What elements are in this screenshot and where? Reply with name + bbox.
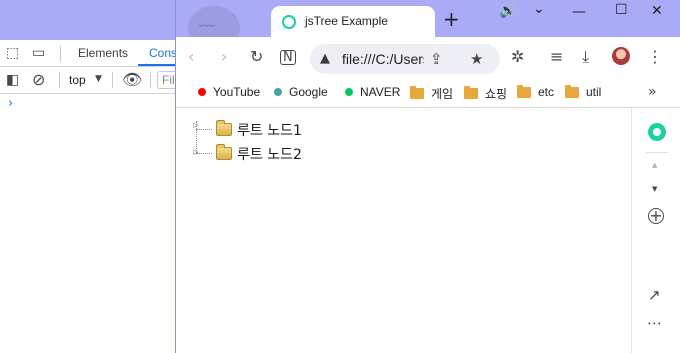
console-prompt[interactable]: › (8, 96, 13, 111)
browser-toolbar: ‹ › ↻ N ▲ file:///C:/Users ⇪ ★ ✲ ≡ ⤓ ⋮ (176, 37, 680, 78)
bookmark-label: util (586, 85, 602, 99)
bookmark-label: 쇼핑 (485, 87, 508, 101)
menu-kebab-icon[interactable]: ⋮ (647, 49, 663, 65)
inspect-element-icon[interactable]: ⬚ (6, 46, 19, 60)
tree-node-label[interactable]: 루트 노드2 (237, 144, 302, 164)
folder-icon (216, 120, 232, 136)
google-icon (274, 88, 282, 96)
bookmark-label: YouTube (213, 85, 261, 99)
forward-icon[interactable]: › (221, 49, 227, 65)
address-bar[interactable]: ▲ file:///C:/Users ⇪ ★ (310, 44, 500, 74)
bookmark-folder-util[interactable]: util (565, 84, 602, 99)
tab-jstree-example[interactable]: jsTree Example (271, 6, 435, 38)
tab-audio-icon[interactable]: 🔊 (499, 4, 516, 18)
more-options-icon[interactable]: ⋯ (647, 316, 662, 331)
side-panel: ▲ ▼ + ↗ ⋯ (631, 108, 680, 353)
open-external-icon[interactable]: ↗ (648, 288, 661, 303)
bookmark-label: Google (289, 85, 328, 99)
avatar[interactable] (612, 47, 630, 65)
tree-toggle-icon[interactable]: ▷ (193, 122, 198, 129)
toolbar-divider (112, 72, 113, 88)
clear-console-icon[interactable]: ⊘ (32, 72, 45, 88)
tree-connector-line (196, 153, 212, 154)
maximize-button[interactable]: ☐ (615, 3, 628, 17)
sidebar-toggle-icon[interactable]: ◧ (6, 73, 19, 87)
toolbar-divider (59, 72, 60, 88)
url-text[interactable]: file:///C:/Users (342, 51, 424, 67)
bookmark-folder-etc[interactable]: etc (517, 84, 555, 99)
browser-titlebar: ⌣⌣⌣ jsTree Example + 🔊 ⌄ — ☐ ✕ (176, 0, 680, 50)
tree-connector-line (196, 129, 212, 130)
active-tab-indicator (138, 64, 178, 66)
tree-node-label[interactable]: 루트 노드1 (237, 120, 302, 140)
back-icon[interactable]: ‹ (188, 49, 194, 65)
bookmark-star-icon[interactable]: ★ (470, 50, 483, 68)
close-button[interactable]: ✕ (651, 4, 663, 18)
folder-icon (517, 84, 531, 98)
bookmark-google[interactable]: Google (274, 85, 328, 99)
add-app-button[interactable]: + (648, 208, 664, 224)
page-content: ▷ 루트 노드1 ▷ 루트 노드2 (176, 108, 631, 353)
share-icon[interactable]: ⇪ (430, 50, 443, 68)
chevron-up-icon[interactable]: ▲ (652, 162, 657, 169)
download-icon[interactable]: ⤓ (582, 49, 589, 65)
naver-icon (345, 88, 353, 96)
youtube-icon (198, 88, 206, 96)
folder-icon (464, 86, 478, 99)
chevron-down-icon[interactable]: ▼ (652, 186, 657, 193)
device-toolbar-icon[interactable]: ▭ (32, 46, 45, 60)
side-panel-divider (646, 152, 668, 153)
minimize-button[interactable]: — (572, 5, 586, 19)
bookmark-naver[interactable]: NAVER (345, 85, 400, 99)
tab-title: jsTree Example (305, 14, 388, 28)
bookmarks-bar: YouTube Google NAVER 게임 쇼핑 etc util » (176, 78, 680, 108)
folder-icon (565, 84, 579, 98)
bookmark-folder-games[interactable]: 게임 (410, 85, 453, 102)
tab-console[interactable]: Cons (149, 46, 177, 60)
app-icon[interactable] (648, 123, 666, 141)
bookmark-folder-shopping[interactable]: 쇼핑 (464, 85, 507, 102)
eye-icon[interactable]: 👁 (122, 72, 142, 88)
folder-icon (216, 144, 232, 160)
folder-icon (410, 86, 424, 99)
tree-toggle-icon[interactable]: ▷ (193, 149, 198, 156)
chrome-window: ⌣⌣⌣ jsTree Example + 🔊 ⌄ — ☐ ✕ ‹ › ↻ N ▲… (175, 0, 680, 353)
bookmark-label: 게임 (431, 87, 454, 101)
chevron-down-icon[interactable]: ▼ (95, 75, 102, 84)
tab-elements[interactable]: Elements (78, 46, 128, 60)
toolbar-divider (60, 46, 61, 62)
new-tab-button[interactable]: + (443, 9, 460, 29)
tab-search-dropdown-icon[interactable]: ⌄ (533, 2, 545, 16)
bookmark-label: etc (538, 85, 555, 99)
tab-favicon-icon (282, 15, 296, 29)
bookmark-youtube[interactable]: YouTube (198, 85, 260, 99)
extensions-puzzle-icon[interactable]: ✲ (511, 49, 524, 65)
warning-icon[interactable]: ▲ (320, 51, 330, 66)
bookmarks-overflow-icon[interactable]: » (648, 84, 657, 100)
reload-icon[interactable]: ↻ (250, 49, 263, 65)
javascript-context-select[interactable]: top (69, 73, 86, 87)
bookmark-label: NAVER (360, 85, 401, 99)
toolbar-divider (150, 72, 151, 88)
notion-extension-icon[interactable]: N (280, 50, 296, 65)
reading-list-icon[interactable]: ≡ (550, 49, 563, 65)
